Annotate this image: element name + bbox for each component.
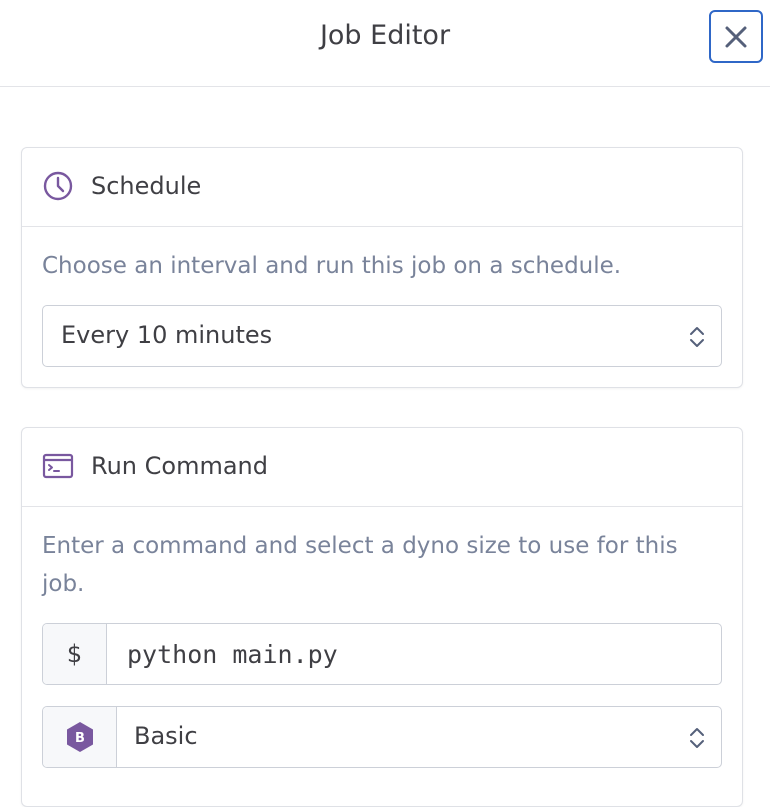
run-command-card: Run Command Enter a command and select a… xyxy=(21,427,743,807)
schedule-card-header: Schedule xyxy=(22,148,742,227)
chevron-updown-icon xyxy=(690,728,704,748)
schedule-title: Schedule xyxy=(91,172,202,200)
prompt-addon: $ xyxy=(43,624,107,684)
editor-header: Job Editor xyxy=(0,0,770,87)
dyno-badge-addon: B xyxy=(43,707,117,767)
interval-select[interactable]: Every 10 minutes xyxy=(42,305,722,367)
run-command-title: Run Command xyxy=(91,452,268,480)
terminal-icon xyxy=(42,453,74,479)
command-input[interactable] xyxy=(107,624,721,684)
close-button[interactable] xyxy=(709,10,763,63)
run-command-description: Enter a command and select a dyno size t… xyxy=(42,533,678,597)
svg-text:B: B xyxy=(75,731,85,746)
chevron-updown-icon xyxy=(690,327,704,347)
interval-select-value: Every 10 minutes xyxy=(61,321,273,349)
run-command-card-header: Run Command xyxy=(22,428,742,507)
page-title: Job Editor xyxy=(319,20,451,51)
dyno-size-select-value: Basic xyxy=(134,722,198,750)
dyno-size-select[interactable]: B Basic xyxy=(42,706,722,768)
command-input-group: $ xyxy=(42,623,722,685)
dyno-badge-icon: B xyxy=(66,722,93,752)
clock-icon xyxy=(43,171,73,201)
close-icon xyxy=(725,26,747,47)
schedule-description: Choose an interval and run this job on a… xyxy=(42,253,622,279)
schedule-card: Schedule Choose an interval and run this… xyxy=(21,147,743,388)
